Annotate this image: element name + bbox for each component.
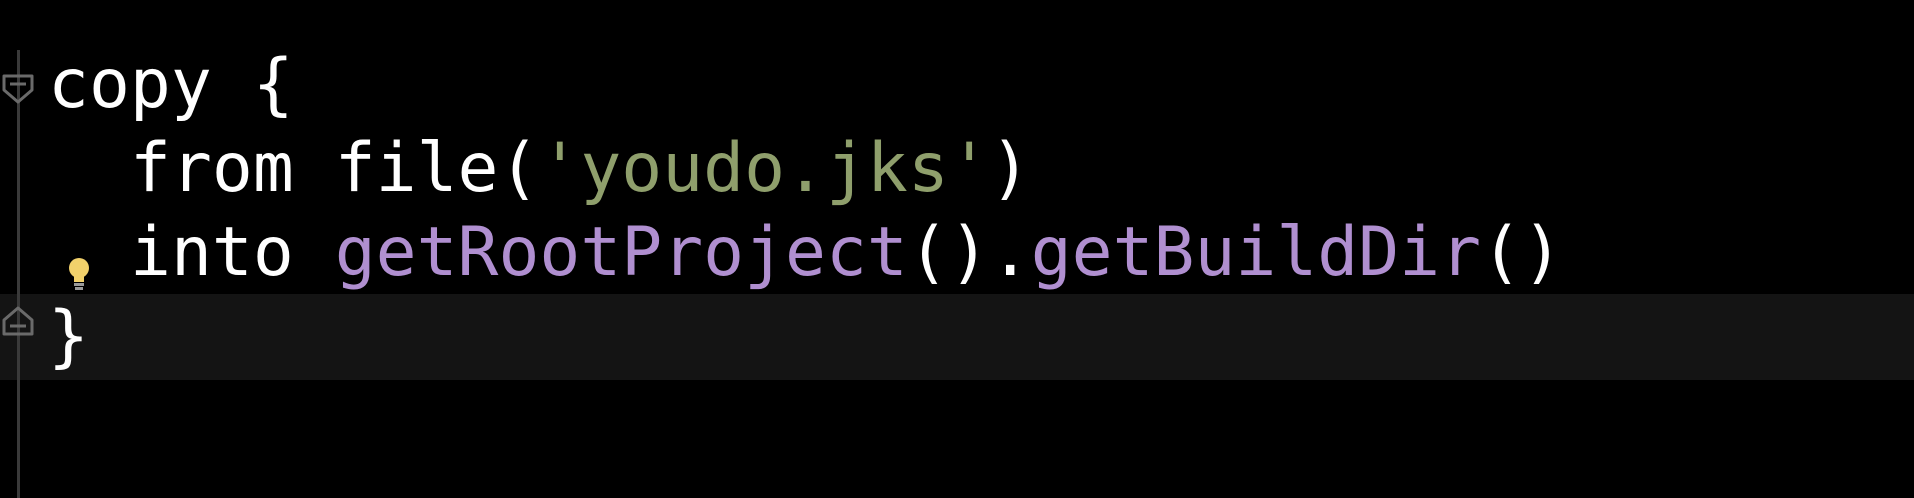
code-line-1[interactable]: copy { <box>48 42 294 128</box>
call-parens: (). <box>907 213 1031 292</box>
closing-brace: } <box>48 297 89 376</box>
code-from-file: from file( <box>130 129 540 208</box>
fold-collapse-icon[interactable] <box>1 72 35 106</box>
method-get-root-project: getRootProject <box>334 213 908 292</box>
fold-guide-line <box>17 50 20 498</box>
code-editor[interactable]: copy { from file('youdo.jks') into getRo… <box>0 0 1914 498</box>
code-line-2[interactable]: from file('youdo.jks') <box>48 126 1031 212</box>
keyword-into: into <box>130 213 335 292</box>
code-line-3[interactable]: into getRootProject().getBuildDir() <box>48 210 1563 296</box>
call-parens-end: () <box>1481 213 1563 292</box>
string-literal: 'youdo.jks' <box>539 129 990 208</box>
code-line-4[interactable]: } <box>48 294 89 380</box>
current-line-highlight <box>0 294 1914 380</box>
keyword-copy: copy { <box>48 45 294 124</box>
fold-end-icon[interactable] <box>1 304 35 338</box>
close-paren: ) <box>989 129 1031 208</box>
method-get-build-dir: getBuildDir <box>1030 213 1482 292</box>
